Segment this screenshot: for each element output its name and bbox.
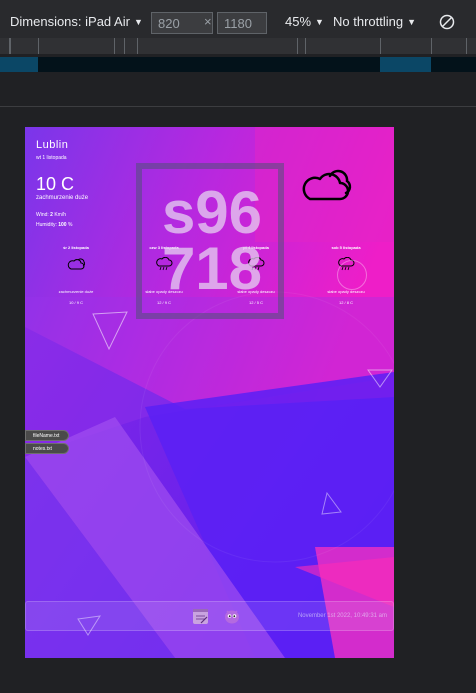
mascot-icon[interactable] <box>223 607 241 625</box>
forecast-date: sob 5 listopada <box>331 245 361 250</box>
forecast-description: zachmurzenie duże <box>58 289 94 294</box>
forecast-date: śr 2 listopada <box>63 245 89 250</box>
wind-info: Wind: 2 Km/h <box>36 212 66 218</box>
dimension-separator: × <box>204 14 212 29</box>
height-input[interactable] <box>217 12 267 34</box>
humidity-info: Humidity: 100 % <box>36 222 72 228</box>
wind-unit: Km/h <box>54 212 67 218</box>
cloud-icon <box>302 169 352 201</box>
taskbar: November 1st 2022, 10:49:31 am <box>25 601 394 631</box>
chevron-down-icon: ▼ <box>315 16 324 27</box>
forecast-day: sob 5 listopada słabe opady deszczu 12 /… <box>311 245 381 305</box>
desktop-file[interactable]: fileName.txt <box>25 430 69 441</box>
taskbar-clock: November 1st 2022, 10:49:31 am <box>297 613 387 619</box>
current-temperature: 10 C <box>36 174 75 194</box>
humidity-value: 100 <box>58 222 67 228</box>
chevron-down-icon: ▼ <box>407 16 417 27</box>
device-viewport: Lublin wt 1 listopada 10 C zachmurzenie … <box>25 127 394 658</box>
forecast-description: słabe opady deszczu <box>327 289 365 294</box>
zoom-select[interactable]: 45% ▼ <box>285 14 324 29</box>
zoom-label: 45% <box>285 14 312 29</box>
watermark-line-1: s96 <box>161 179 263 246</box>
media-query-ruler[interactable] <box>0 38 476 54</box>
device-select-label: Dimensions: iPad Air <box>10 14 130 29</box>
selection-circle <box>337 260 367 290</box>
wind-value: 2 <box>50 212 53 218</box>
wind-label: Wind: <box>36 212 49 218</box>
forecast-temperatures: 10 / 9 C <box>68 300 83 305</box>
weather-description: zachmurzenie duże <box>36 195 89 201</box>
media-query-bar[interactable] <box>0 57 476 72</box>
desktop-file[interactable]: notes.txt <box>25 443 69 454</box>
chevron-down-icon: ▼ <box>133 16 143 27</box>
city-name: Lublin <box>36 139 69 151</box>
forecast-temperatures: 12 / 8 C <box>338 300 353 305</box>
divider <box>0 106 476 107</box>
throttling-select[interactable]: No throttling ▼ <box>333 14 416 29</box>
cloud-icon <box>67 258 85 270</box>
watermark-line-2: 718 <box>161 235 263 302</box>
throttling-label: No throttling <box>333 14 404 29</box>
current-date: wt 1 listopada <box>36 155 67 161</box>
forecast-day: śr 2 listopada zachmurzenie duże 10 / 9 … <box>41 245 111 305</box>
rotate-icon[interactable] <box>438 13 456 31</box>
device-select[interactable]: Dimensions: iPad Air ▼ <box>10 14 143 29</box>
humidity-unit: % <box>67 222 73 228</box>
notepad-icon[interactable] <box>192 608 209 625</box>
humidity-label: Humidity: <box>36 222 57 228</box>
